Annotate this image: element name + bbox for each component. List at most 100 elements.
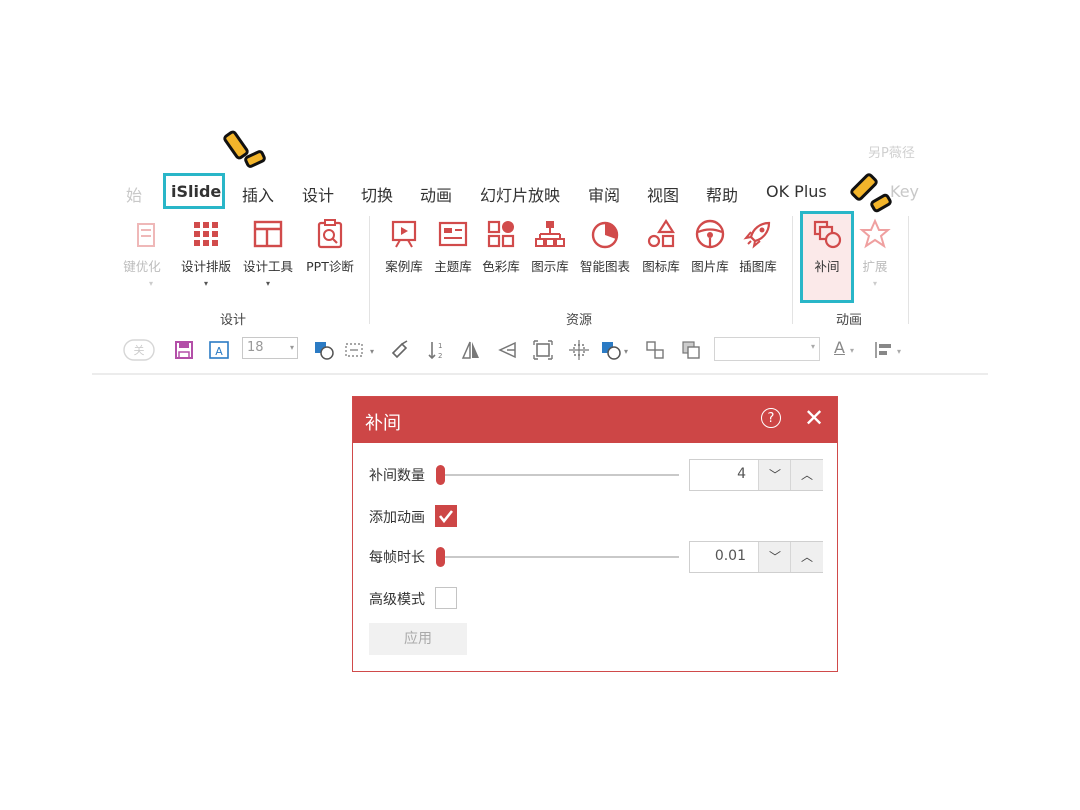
flip-horizontal-icon[interactable] [461,339,481,361]
format-painter-icon[interactable] [390,339,410,361]
tween-count-slider-thumb[interactable] [436,465,445,485]
chevron-up-icon[interactable]: ︿ [790,542,823,572]
tab-design[interactable]: 设计 [302,182,334,206]
tween-highlight-box [800,211,854,303]
tween-count-stepper[interactable]: 4 ﹀ ︿ [689,459,823,491]
ribbon-btn-smart-chart-label: 智能图表 [579,259,630,274]
ribbon-btn-diagrams[interactable]: 图示库 [527,218,573,275]
ribbon-btn-layout-label: 设计排版 [180,259,231,274]
shapes-icon [647,218,676,248]
tab-review[interactable]: 审阅 [588,182,620,206]
hierarchy-icon [535,221,565,247]
tab-start[interactable]: 始 [126,182,142,206]
advanced-mode-checkbox[interactable] [435,587,457,609]
ribbon-btn-optimize-label: 键优化 [123,259,161,274]
ribbon-separator [792,216,793,324]
close-icon[interactable]: ✕ [804,404,824,432]
sort-icon[interactable]: 1 2 [426,339,446,361]
frame-duration-value[interactable]: 0.01 [715,548,746,564]
svg-text:A: A [215,345,223,358]
group-objects-icon[interactable] [645,340,665,360]
group-label-resources: 资源 [566,313,593,328]
ribbon-btn-layout[interactable]: 设计排版 ▾ [176,218,236,288]
style-select[interactable]: ▾ [714,337,820,361]
help-icon[interactable]: ? [761,408,781,428]
close-toolbar-icon[interactable]: 关 [122,338,156,362]
ribbon-btn-diagrams-label: 图示库 [531,259,569,274]
pie-chart-icon [591,221,619,249]
dialog-title: 补间 [365,413,401,434]
ribbon-btn-themes[interactable]: 主题库 [430,218,476,275]
svg-text:关: 关 [134,343,145,357]
group-label-design: 设计 [220,313,247,328]
chevron-down-icon: ▾ [810,342,815,351]
group-label-animation: 动画 [836,313,863,328]
font-color-button[interactable]: A ▾ [834,338,854,357]
ribbon-btn-colors-label: 色彩库 [482,259,520,274]
tab-transition[interactable]: 切换 [361,182,393,206]
svg-text:▾: ▾ [897,347,901,356]
chevron-down-icon[interactable]: ﹀ [758,460,791,490]
tab-ok-plus[interactable]: OK Plus [766,182,827,201]
tween-count-label: 补间数量 [369,468,425,484]
ribbon-btn-images[interactable]: 图片库 [687,218,733,275]
ribbon-btn-cases-label: 案例库 [385,259,423,274]
frame-duration-slider-thumb[interactable] [436,547,445,567]
align-left-icon[interactable]: ▾ [873,340,907,360]
layout-caret-icon: ▾ [203,279,208,288]
color-palette-icon [487,220,515,248]
ribbon-btn-images-label: 图片库 [691,259,729,274]
tab-animation[interactable]: 动画 [420,182,452,206]
tween-count-slider-track[interactable] [437,474,679,476]
checkmark-icon [438,510,454,524]
shape-format-icon[interactable]: ▾ [600,340,634,360]
text-box-icon[interactable]: A [208,340,230,360]
shape-merge-icon[interactable] [313,340,335,360]
ribbon-btn-icons-label: 图标库 [642,259,680,274]
tween-count-value[interactable]: 4 [737,466,746,482]
frame-duration-slider-track[interactable] [437,556,679,558]
ribbon-btn-diagnose-label: PPT诊断 [306,259,354,274]
ribbon-btn-extend[interactable]: 扩展 ▾ [856,218,894,288]
font-size-select[interactable]: 18 ▾ [242,337,298,359]
chevron-down-icon[interactable]: ﹀ [758,542,791,572]
optimize-caret-icon: ▾ [148,279,153,288]
ribbon-btn-illustrations-label: 插图库 [739,259,777,274]
apply-button[interactable]: 应用 [369,623,467,655]
grid-layout-icon [194,222,218,246]
islide-highlight-box [163,173,225,209]
attention-burst-icon [850,173,892,213]
flip-vertical-icon[interactable] [497,339,517,361]
chevron-up-icon[interactable]: ︿ [790,460,823,490]
ribbon-btn-colors[interactable]: 色彩库 [478,218,524,275]
star-icon [859,218,891,249]
ribbon-btn-extend-label: 扩展 [862,259,888,274]
svg-text:▾: ▾ [370,347,374,356]
extend-caret-icon: ▾ [872,279,877,288]
ribbon-btn-tools[interactable]: 设计工具 ▾ [238,218,298,288]
ribbon-btn-illustrations[interactable]: 插图库 [735,218,781,275]
toolbar-bottom-divider [92,373,988,375]
optimize-icon [137,223,155,247]
ribbon-btn-smart-chart[interactable]: 智能图表 [576,218,634,275]
ribbon-btn-cases[interactable]: 案例库 [381,218,427,275]
tab-view[interactable]: 视图 [647,182,679,206]
ribbon-btn-diagnose[interactable]: PPT诊断 [302,218,358,275]
svg-text:2: 2 [438,352,442,360]
frame-duration-stepper[interactable]: 0.01 ﹀ ︿ [689,541,823,573]
align-distribute-icon[interactable]: ▾ [344,340,376,360]
resize-shape-icon[interactable] [568,339,590,361]
tab-insert[interactable]: 插入 [242,182,274,206]
add-animation-checkbox[interactable] [435,505,457,527]
save-icon[interactable] [174,340,194,360]
ribbon-btn-optimize[interactable]: 键优化 ▾ [123,218,174,288]
add-animation-label: 添加动画 [369,510,425,526]
tab-help[interactable]: 帮助 [706,182,738,206]
crop-center-icon[interactable] [532,339,554,361]
dialog-header: 补间 ? ✕ [353,397,837,443]
advanced-mode-label: 高级模式 [369,592,425,608]
chevron-down-icon: ▾ [850,346,855,355]
bring-forward-icon[interactable] [681,340,701,360]
ribbon-btn-icons[interactable]: 图标库 [638,218,684,275]
tab-slideshow[interactable]: 幻灯片放映 [480,182,560,206]
